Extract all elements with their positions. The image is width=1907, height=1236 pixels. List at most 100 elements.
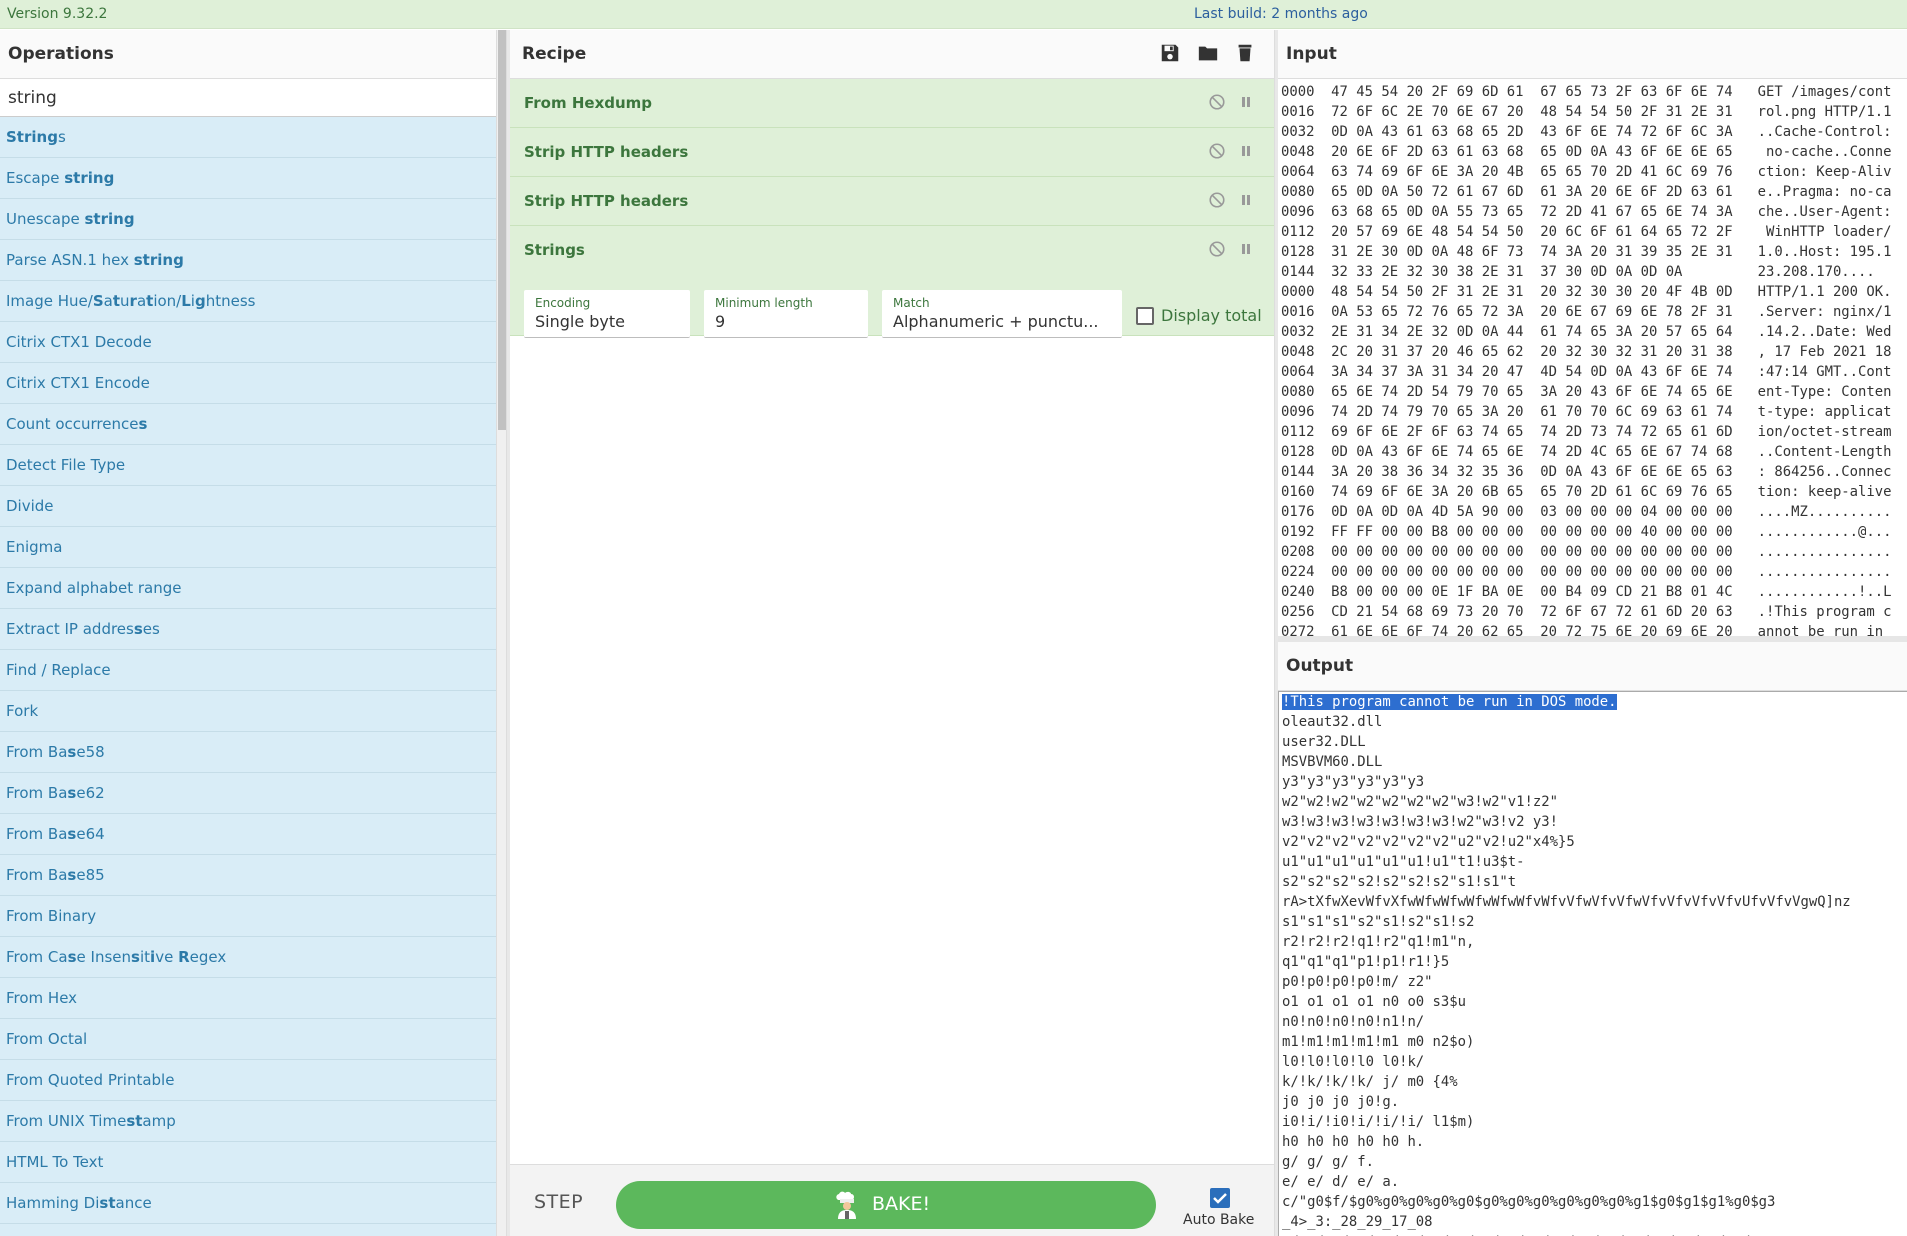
minimum-length-input[interactable]: Minimum length 9 bbox=[704, 290, 868, 338]
operation-item[interactable]: Image Hue/Saturation/Lightness bbox=[0, 281, 496, 322]
output-line: s2"s2"s2"s2!s2"s2!s2"s1!s1"t bbox=[1282, 874, 1517, 890]
disable-icon[interactable] bbox=[1208, 191, 1226, 209]
operation-item[interactable]: Expand alphabet range bbox=[0, 568, 496, 609]
breakpoint-icon[interactable] bbox=[1240, 96, 1252, 108]
input-line: 0144 3A 20 38 36 34 32 35 36 0D 0A 43 6F… bbox=[1281, 464, 1892, 480]
display-total-label[interactable]: Display total bbox=[1161, 306, 1262, 325]
auto-bake-label[interactable]: Auto Bake bbox=[1183, 1212, 1254, 1228]
operation-item[interactable]: From Hex bbox=[0, 978, 496, 1019]
breakpoint-icon[interactable] bbox=[1240, 145, 1252, 157]
operation-item[interactable]: Find / Replace bbox=[0, 650, 496, 691]
operation-item[interactable]: Citrix CTX1 Decode bbox=[0, 322, 496, 363]
operation-item[interactable]: Strings bbox=[0, 117, 496, 158]
operation-item[interactable]: HTML To Text bbox=[0, 1142, 496, 1183]
input-line: 0128 0D 0A 43 6F 6E 74 65 6E 74 2D 4C 65… bbox=[1281, 444, 1892, 460]
input-line: 0112 20 57 69 6E 48 54 54 50 20 6C 6F 61… bbox=[1281, 224, 1892, 240]
operations-list[interactable]: Strings Escape string Unescape string Parse… bbox=[0, 117, 496, 1236]
output-line: MSVBVM60.DLL bbox=[1282, 754, 1383, 770]
output-line: n0!n0!n0!n0!n1!n/ bbox=[1282, 1014, 1425, 1030]
operation-item[interactable]: Divide bbox=[0, 486, 496, 527]
recipe-step-strip-http-headers-1[interactable]: Strip HTTP headers bbox=[510, 128, 1274, 177]
output-line: o1 o1 o1 o1 n0 o0 s3$u bbox=[1282, 994, 1466, 1010]
version-label: Version 9.32.2 bbox=[7, 6, 108, 22]
disable-icon[interactable] bbox=[1208, 142, 1226, 160]
operation-item[interactable]: From Quoted Printable bbox=[0, 1060, 496, 1101]
operation-item[interactable]: Unescape string bbox=[0, 199, 496, 240]
encoding-label: Encoding bbox=[535, 296, 591, 310]
display-total-checkbox[interactable] bbox=[1136, 307, 1154, 325]
output-line: k/!k/!k/!k/ j/ m0 {4% bbox=[1282, 1074, 1458, 1090]
input-line: 0032 0D 0A 43 61 63 68 65 2D 43 6F 6E 74… bbox=[1281, 124, 1892, 140]
match-value: Alphanumeric + punctu... bbox=[893, 312, 1099, 331]
last-build-label: Last build: 2 months ago bbox=[1194, 6, 1368, 22]
operation-item[interactable]: From Binary bbox=[0, 896, 496, 937]
recipe-step-from-hexdump[interactable]: From Hexdump bbox=[510, 79, 1274, 128]
output-line: c/"g0$f/$g0%g0%g0%g0%g0$g0%g0%g0%g0%g0%g… bbox=[1282, 1194, 1776, 1210]
bake-controls: STEP BAKE! Auto Bake bbox=[510, 1164, 1274, 1236]
bake-button[interactable]: BAKE! bbox=[616, 1181, 1156, 1229]
output-line: i0!i/!i0!i/!i/!i/ l1$m) bbox=[1282, 1114, 1475, 1130]
bake-label: BAKE! bbox=[872, 1193, 931, 1215]
input-text-area[interactable]: 0000 47 45 54 20 2F 69 6D 61 67 65 73 2F… bbox=[1278, 79, 1907, 636]
auto-bake-checkbox[interactable] bbox=[1210, 1188, 1230, 1208]
minimum-length-value: 9 bbox=[715, 312, 726, 331]
operation-item[interactable]: From Base85 bbox=[0, 855, 496, 896]
output-line: w2"w2!w2"w2"w2"w2"w2"w3!w2"v1!z2" bbox=[1282, 794, 1558, 810]
input-line: 0080 65 0D 0A 50 72 61 67 6D 61 3A 20 6E… bbox=[1281, 184, 1892, 200]
operations-scrollbar-thumb[interactable] bbox=[498, 30, 506, 430]
operation-item[interactable]: Hamming Distance bbox=[0, 1183, 496, 1224]
operation-item[interactable]: Extract IP addresses bbox=[0, 609, 496, 650]
input-line: 0048 20 6E 6F 2D 63 61 63 68 65 0D 0A 43… bbox=[1281, 144, 1892, 160]
breakpoint-icon[interactable] bbox=[1240, 243, 1252, 255]
operation-item[interactable]: Enigma bbox=[0, 527, 496, 568]
operation-item[interactable]: From Base62 bbox=[0, 773, 496, 814]
encoding-select[interactable]: Encoding Single byte bbox=[524, 290, 690, 338]
recipe-step-name: Strings bbox=[524, 241, 585, 259]
operation-item[interactable]: From Base64 bbox=[0, 814, 496, 855]
match-select[interactable]: Match Alphanumeric + punctu... bbox=[882, 290, 1122, 338]
output-line: v2"v2"v2"v2"v2"v2"v2"u2"v2!u2"x4%}5 bbox=[1282, 834, 1575, 850]
operations-title: Operations bbox=[0, 30, 496, 79]
save-icon[interactable] bbox=[1159, 42, 1181, 64]
output-line: h0 h0 h0 h0 h0 h. bbox=[1282, 1134, 1425, 1150]
encoding-value: Single byte bbox=[535, 312, 626, 331]
output-title: Output bbox=[1278, 642, 1907, 691]
output-text-area[interactable]: !This program cannot be run in DOS mode.… bbox=[1278, 691, 1907, 1236]
input-line: 0160 74 69 6F 6E 3A 20 6B 65 65 70 2D 61… bbox=[1281, 484, 1892, 500]
disable-icon[interactable] bbox=[1208, 240, 1226, 258]
step-button[interactable]: STEP bbox=[534, 1191, 583, 1213]
recipe-step-strip-http-headers-2[interactable]: Strip HTTP headers bbox=[510, 177, 1274, 226]
operation-item[interactable]: Escape string bbox=[0, 158, 496, 199]
input-line: 0032 2E 31 34 2E 32 0D 0A 44 61 74 65 3A… bbox=[1281, 324, 1892, 340]
output-selected-line[interactable]: !This program cannot be run in DOS mode. bbox=[1282, 694, 1617, 710]
match-label: Match bbox=[893, 296, 930, 310]
recipe-step-strings[interactable]: Strings Encoding Single byte Minimum len… bbox=[510, 226, 1274, 338]
operation-item[interactable]: From Case Insensitive Regex bbox=[0, 937, 496, 978]
folder-icon[interactable] bbox=[1197, 42, 1219, 64]
input-line: 0192 FF FF 00 00 B8 00 00 00 00 00 00 00… bbox=[1281, 524, 1892, 540]
input-line: 0144 32 33 2E 32 30 38 2E 31 37 30 0D 0A… bbox=[1281, 264, 1875, 280]
output-line: _4>_3:_28_29_17_08 bbox=[1282, 1214, 1433, 1230]
operation-item[interactable]: Citrix CTX1 Encode bbox=[0, 363, 496, 404]
operations-scrollbar[interactable] bbox=[496, 30, 506, 1236]
operation-item[interactable]: Count occurrences bbox=[0, 404, 496, 445]
operation-item[interactable]: From Octal bbox=[0, 1019, 496, 1060]
input-line: 0080 65 6E 74 2D 54 79 70 65 3A 20 43 6F… bbox=[1281, 384, 1892, 400]
operations-search-input[interactable] bbox=[0, 79, 496, 117]
breakpoint-icon[interactable] bbox=[1240, 194, 1252, 206]
input-title: Input bbox=[1278, 30, 1907, 79]
recipe-area[interactable]: From Hexdump Strip HTTP headers Strip HT… bbox=[510, 79, 1274, 1164]
output-line: rA>tXfwXevWfvXfwWfwWfwWfwWfwWfvWfvVfwVfv… bbox=[1282, 894, 1851, 910]
output-line: r2!r2!r2!q1!r2"q1!m1"n, bbox=[1282, 934, 1475, 950]
disable-icon[interactable] bbox=[1208, 93, 1226, 111]
input-line: 0000 48 54 54 50 2F 31 2E 31 20 32 30 30… bbox=[1281, 284, 1892, 300]
recipe-step-name: From Hexdump bbox=[524, 94, 653, 112]
operation-item[interactable]: Parse ASN.1 hex string bbox=[0, 240, 496, 281]
trash-icon[interactable] bbox=[1234, 42, 1256, 64]
operation-item[interactable]: Detect File Type bbox=[0, 445, 496, 486]
operation-item[interactable]: Fork bbox=[0, 691, 496, 732]
operation-item[interactable]: From UNIX Timestamp bbox=[0, 1101, 496, 1142]
operation-item[interactable]: From Base58 bbox=[0, 732, 496, 773]
chef-icon bbox=[836, 1191, 856, 1219]
input-line: 0272 61 6E 6E 6F 74 20 62 65 20 72 75 6E… bbox=[1281, 624, 1892, 636]
